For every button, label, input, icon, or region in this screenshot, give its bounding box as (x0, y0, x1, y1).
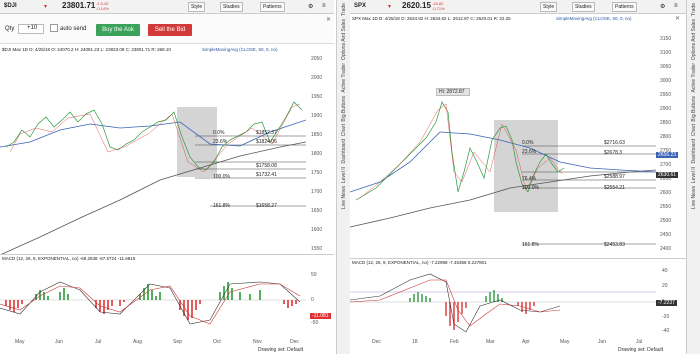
high-label: Hi: 2872.87 (436, 88, 470, 96)
sidebar-item-dashboard[interactable]: Dashboard (691, 139, 697, 163)
sidebar-item-active-trader[interactable]: Active Trader (691, 63, 697, 92)
fib-100-label: 100.0% (213, 174, 230, 180)
left-macd-label: MACD (12, 26, 9, EXPONENTIAL, no) -69.25… (2, 256, 136, 261)
left-price: 23801.71 (62, 1, 96, 10)
right-price-badge: 2630.61 (656, 172, 679, 178)
fib-c-value: $1758.08 (256, 163, 277, 169)
sidebar-item-active-trader[interactable]: Active Trader (341, 63, 347, 92)
macd-histogram (409, 290, 535, 330)
right-price: 2620.15 (402, 1, 431, 10)
fib-161-value: $2453.83 (604, 242, 625, 248)
patterns-button[interactable]: Patterns (260, 2, 285, 12)
sidebar-item-dashboard[interactable]: Dashboard (341, 139, 347, 163)
sidebar-item-live-news[interactable]: Live News (341, 186, 347, 209)
left-price-chart[interactable] (0, 52, 306, 254)
macd-histogram (5, 282, 297, 320)
studies-button[interactable]: Studies (220, 2, 243, 12)
sidebar-item-big-buttons[interactable]: Big Buttons (691, 96, 697, 122)
left-drawing-set[interactable]: Drawing set: Default (258, 347, 303, 353)
patterns-button[interactable]: Patterns (612, 2, 637, 12)
fib-161-label: 161.8% (522, 242, 539, 248)
right-study-label: SimpleMovingAvg (CLOSE, 50, 0, no) (556, 16, 632, 21)
close-icon[interactable]: ✕ (326, 16, 331, 23)
sidebar-item-level2[interactable]: Level II (691, 167, 697, 183)
fib-0-label: 0.0% (522, 140, 534, 146)
right-symbol[interactable]: SPX (354, 3, 366, 9)
sidebar-item-big-buttons[interactable]: Big Buttons (341, 96, 347, 122)
sma-200-line (1, 141, 306, 254)
order-bar: Qty +10 auto send Buy the Ask Sell the B… (0, 14, 334, 44)
left-macd-axis: 50 0 -50 (311, 272, 319, 326)
style-button[interactable]: Style (188, 2, 206, 12)
right-change-pct: -0.71% (432, 6, 445, 11)
middle-sidebar: Trade Options And Sales Active Trader Bi… (336, 0, 350, 354)
fib-0-value: $2716.63 (604, 140, 625, 146)
sell-button[interactable]: Sell the Bid (148, 24, 192, 36)
fib-selection-box (494, 120, 558, 212)
fib-selection-box (177, 107, 217, 177)
auto-send-label: auto send (60, 26, 87, 32)
left-x-axis: May Jun Jul Aug Sep Oct Nov Dec (15, 339, 299, 345)
right-macd-badge: -7.2237 (656, 300, 677, 306)
settings-icon[interactable]: ⚙ (308, 3, 313, 10)
right-macd-label: MACD (12, 26, 9, EXPONENTIAL, no) -7.229… (352, 260, 487, 265)
fib-d-value: $1732.41 (256, 172, 277, 178)
sidebar-item-chart[interactable]: Chart (341, 124, 347, 136)
fib-0-value: $1852.37 (256, 130, 277, 136)
right-x-axis: Dec 18 Feb Mar Apr May Jun Jul (372, 339, 643, 345)
right-y-axis: 3150 3100 3050 3000 2950 2900 2850 2800 … (660, 36, 672, 252)
sidebar-item-trade[interactable]: Trade (341, 3, 347, 16)
left-toolbar: $DJI ▾ 23801.71 -1.0.42 -0.14% Style Stu… (0, 0, 334, 14)
left-candles (5, 101, 303, 173)
sidebar-item-trade[interactable]: Trade (691, 3, 697, 16)
left-macd-badge: -11.081 (310, 313, 331, 319)
fib-23-label: 23.6% (522, 149, 537, 155)
sidebar-item-live-news[interactable]: Live News (691, 186, 697, 209)
settings-icon[interactable]: ⚙ (660, 3, 665, 10)
right-ohlc: SPX Max 1D D: 4/25/18 O: 2634.82 H: 2634… (352, 16, 511, 21)
sidebar-item-level2[interactable]: Level II (341, 167, 347, 183)
right-toolbar: SPX ▾ 2620.15 -18.82 -0.71% Style Studie… (350, 0, 686, 14)
fib-23-value: $1824.06 (256, 139, 277, 145)
right-sma-badge: 2656.23 (656, 152, 679, 158)
right-sidebar: Trade Options And Sales Active Trader Bi… (686, 0, 700, 354)
fib-0-label: 0.0% (213, 130, 225, 136)
buy-button[interactable]: Buy the Ask (96, 24, 140, 36)
fib-161-value: $1658.27 (256, 203, 277, 209)
fib-c-value: $2588.97 (604, 174, 625, 180)
fib-161-label: 161.8% (213, 203, 230, 209)
fib-23-label: 23.6% (213, 139, 228, 145)
style-button[interactable]: Style (540, 2, 558, 12)
fib-100-label: 100.0% (522, 185, 539, 191)
menu-icon[interactable]: ≡ (322, 3, 326, 9)
fib-76-label: 76.4% (522, 176, 537, 182)
left-y-axis: 2050 2000 1950 1900 1850 1800 1750 1700 … (311, 56, 323, 252)
left-macd-chart[interactable] (0, 262, 306, 338)
dropdown-icon[interactable]: ▾ (388, 3, 391, 10)
auto-send-checkbox[interactable] (50, 24, 58, 32)
sidebar-item-chart[interactable]: Chart (691, 124, 697, 136)
right-drawing-set[interactable]: Drawing set: Default (618, 347, 663, 353)
right-macd-chart[interactable] (350, 266, 656, 338)
studies-button[interactable]: Studies (572, 2, 595, 12)
left-change-pct: -0.14% (96, 6, 109, 11)
close-icon[interactable]: ✕ (675, 15, 680, 22)
left-symbol[interactable]: $DJI (4, 3, 17, 9)
qty-input[interactable]: +10 (18, 24, 44, 34)
sidebar-item-times-sales[interactable]: Options And Sales (691, 19, 697, 60)
fib-23-value: $2678.3 (604, 150, 623, 156)
fib-100-value: $2554.21 (604, 185, 625, 191)
qty-label: Qty (5, 26, 15, 32)
menu-icon[interactable]: ≡ (674, 3, 678, 9)
dropdown-icon[interactable]: ▾ (44, 3, 47, 10)
sidebar-item-times-sales[interactable]: Options And Sales (341, 19, 347, 60)
